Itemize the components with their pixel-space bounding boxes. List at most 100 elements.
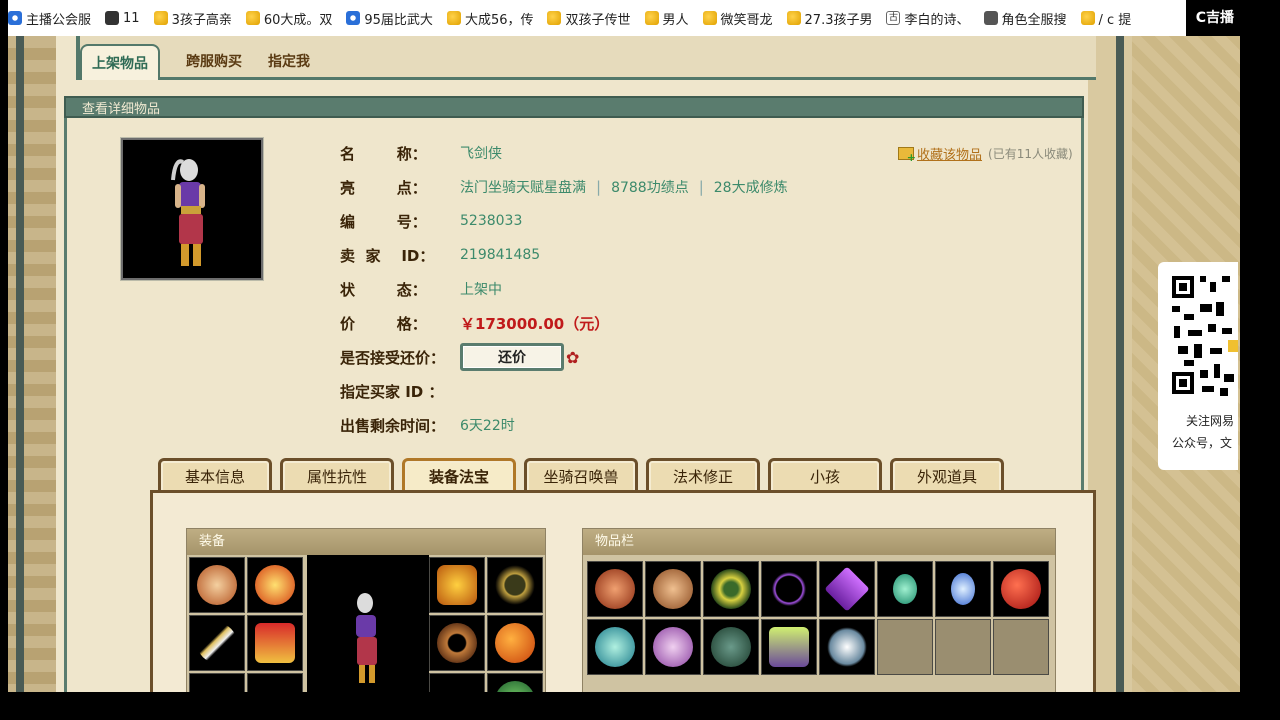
- equip-slot-crown[interactable]: [247, 557, 303, 613]
- bookmark-label: 95届比武大: [364, 12, 433, 28]
- dark-square-icon: [105, 11, 120, 25]
- bookmark-label: 角色全服搜: [1001, 12, 1067, 28]
- tab-appearance-items[interactable]: 外观道具: [890, 458, 1004, 492]
- inventory-slot[interactable]: [761, 619, 817, 675]
- ribbon-icon: ✿: [566, 347, 580, 367]
- boots-icon: [769, 627, 809, 667]
- bookmark-12[interactable]: / c 提: [1080, 0, 1131, 36]
- tab-listed-items[interactable]: 上架物品: [80, 44, 160, 80]
- inventory-slot-empty[interactable]: [935, 619, 991, 675]
- inventory-slot[interactable]: [819, 619, 875, 675]
- bookmark-6[interactable]: 双孩子传世: [547, 0, 631, 36]
- coin-icon: [786, 11, 801, 25]
- coin-icon: [153, 11, 168, 25]
- doc-icon: [983, 11, 998, 25]
- character-figure-icon: [171, 159, 205, 266]
- green-gem-icon: [893, 574, 917, 604]
- equip-slot-weapon[interactable]: [189, 615, 245, 671]
- inventory-slot[interactable]: [703, 619, 759, 675]
- equip-slot-hat[interactable]: [189, 557, 245, 613]
- qr-caption-line-2: 公众号，文: [1172, 436, 1233, 450]
- bookmark-4[interactable]: 95届比武大: [346, 0, 433, 36]
- equip-slot-ring[interactable]: [429, 615, 485, 671]
- equip-slot-charm[interactable]: [429, 557, 485, 613]
- inventory-slot[interactable]: [645, 619, 701, 675]
- label-seller: 卖 家 ID：: [340, 246, 435, 265]
- label-highlights: 亮 点：: [340, 178, 427, 197]
- bookmark-label: 11: [123, 10, 140, 26]
- bookmark-9[interactable]: 27.3孩子男: [786, 0, 873, 36]
- live-icon: [8, 11, 22, 25]
- tab-spell-modifiers[interactable]: 法术修正: [646, 458, 760, 492]
- inventory-slot[interactable]: [703, 561, 759, 617]
- label-designated-buyer: 指定买家 ID ：: [340, 382, 444, 401]
- equipment-title: 装备: [187, 529, 545, 555]
- equip-slot-extra-2[interactable]: [487, 673, 543, 692]
- row-id: 编 号： 5238033: [340, 206, 522, 236]
- row-name: 名 称： 飞剑侠: [340, 138, 502, 168]
- bookmark-label: 双孩子传世: [565, 12, 631, 28]
- character-figure-icon: [356, 593, 377, 683]
- favorite-link[interactable]: 收藏该物品: [917, 144, 982, 163]
- bookmark-0[interactable]: 主播公会服: [8, 0, 91, 36]
- inventory-slot[interactable]: [877, 561, 933, 617]
- inventory-slot-empty[interactable]: [993, 619, 1049, 675]
- inventory-slot[interactable]: [587, 619, 643, 675]
- tab-cross-server-buy[interactable]: 跨服购买: [180, 44, 248, 80]
- equip-slot-boots[interactable]: [247, 673, 303, 692]
- equip-slot-armor[interactable]: [247, 615, 303, 671]
- bookmark-2[interactable]: 3孩子高亲: [153, 0, 232, 36]
- separator: |: [596, 178, 602, 196]
- label-id: 编 号：: [340, 212, 427, 231]
- detail-header-title: 查看详细物品: [82, 102, 161, 117]
- value-name: 飞剑侠: [460, 146, 502, 162]
- bookmark-1[interactable]: 11: [105, 0, 140, 36]
- tab-basic-info[interactable]: 基本信息: [158, 458, 272, 492]
- gu-icon: 古: [886, 11, 901, 25]
- equip-slot-orb[interactable]: [487, 615, 543, 671]
- value-id: 5238033: [460, 213, 523, 229]
- inventory-slot-empty[interactable]: [877, 619, 933, 675]
- tab-attributes-resistances[interactable]: 属性抗性: [280, 458, 394, 492]
- bookmarks-bar: 主播公会服 11 3孩子高亲 60大成。双 95届比武大 大成56，传 双孩子传…: [8, 0, 1240, 36]
- red-gem-icon: [1001, 569, 1041, 609]
- label-counter-offer: 是否接受还价：: [340, 348, 446, 367]
- inventory-slot[interactable]: [645, 561, 701, 617]
- main-content: 上架物品 跨服购买 指定我 查看详细物品 名 称： 飞剑侠 亮 点： 法门坐骑天…: [56, 36, 1096, 692]
- inventory-slot[interactable]: [587, 561, 643, 617]
- left-decorative-border: [8, 36, 56, 692]
- bookmark-10[interactable]: 古李白的诗、: [886, 0, 970, 36]
- tab-mounts-summons[interactable]: 坐骑召唤兽: [524, 458, 638, 492]
- bookmark-11[interactable]: 角色全服搜: [983, 0, 1067, 36]
- bookmark-label: 主播公会服: [26, 12, 92, 28]
- inventory-slot[interactable]: [819, 561, 875, 617]
- qr-popup[interactable]: 关注网易 公众号，文: [1158, 262, 1238, 470]
- equip-slot-extra-1[interactable]: [429, 673, 485, 692]
- top-tab-bar: 上架物品 跨服购买 指定我: [76, 36, 1096, 80]
- sub-tab-bar: 基本信息 属性抗性 装备法宝 坐骑召唤兽 法术修正 小孩 外观道具: [158, 458, 1012, 492]
- bookmark-label: 大成56，传: [464, 12, 534, 28]
- bookmark-3[interactable]: 60大成。双: [245, 0, 332, 36]
- inventory-slot[interactable]: [935, 561, 991, 617]
- bookmark-label: 27.3孩子男: [804, 12, 873, 28]
- crown-icon: [255, 565, 295, 605]
- inventory-slot[interactable]: [761, 561, 817, 617]
- claw-icon: [653, 569, 693, 609]
- bookmark-5[interactable]: 大成56，传: [446, 0, 534, 36]
- tab-children[interactable]: 小孩: [768, 458, 882, 492]
- tab-equipment-treasures[interactable]: 装备法宝: [402, 458, 516, 492]
- row-highlights: 亮 点： 法门坐骑天赋星盘满 | 8788功绩点 | 28大成修炼: [340, 172, 788, 202]
- equip-slot-belt[interactable]: [189, 673, 245, 692]
- inventory-slot[interactable]: [993, 561, 1049, 617]
- cloud-icon: [827, 627, 867, 667]
- qr-caption: 关注网易 公众号，文: [1172, 410, 1238, 454]
- tab-designated-me[interactable]: 指定我: [262, 44, 316, 80]
- counter-offer-button[interactable]: 还价: [460, 343, 564, 371]
- highlight-2: 28大成修炼: [713, 180, 788, 196]
- row-status: 状 态： 上架中: [340, 274, 502, 304]
- bookmark-7[interactable]: 男人: [644, 0, 689, 36]
- value-remaining-time: 6天22时: [460, 418, 515, 434]
- equip-slot-necklace[interactable]: [487, 557, 543, 613]
- hat-icon: [197, 565, 237, 605]
- bookmark-8[interactable]: 微笑哥龙: [702, 0, 773, 36]
